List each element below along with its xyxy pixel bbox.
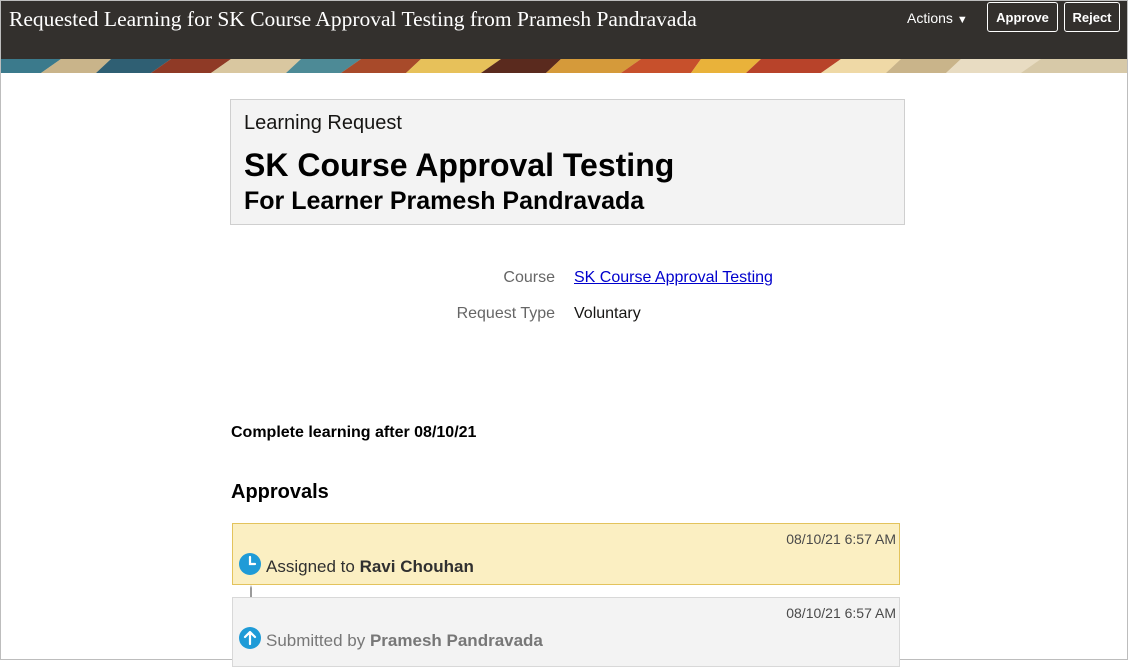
approval-person: Ravi Chouhan — [359, 557, 474, 576]
approvals-heading: Approvals — [231, 481, 329, 503]
request-type-value: Voluntary — [574, 305, 641, 322]
page-title: Requested Learning for SK Course Approva… — [9, 7, 697, 31]
clock-icon — [239, 553, 261, 575]
approval-text: Submitted by Pramesh Pandravada — [266, 631, 543, 651]
card-subtitle: Learning Request — [244, 112, 402, 134]
approval-person: Pramesh Pandravada — [369, 631, 543, 650]
header-bar: Requested Learning for SK Course Approva… — [1, 1, 1127, 59]
approval-item-assigned: 08/10/21 6:57 AM Assigned to Ravi Chouha… — [232, 523, 900, 585]
approve-button[interactable]: Approve — [987, 2, 1058, 32]
approval-action: Submitted by — [266, 631, 366, 650]
course-label: Course — [503, 269, 555, 286]
caret-down-icon: ▼ — [956, 14, 968, 26]
complete-note: Complete learning after 08/10/21 — [231, 424, 477, 441]
banner-pattern — [1, 59, 1127, 73]
request-summary-card: Learning Request SK Course Approval Test… — [230, 99, 905, 225]
approval-text: Assigned to Ravi Chouhan — [266, 557, 474, 577]
approval-timestamp: 08/10/21 6:57 AM — [786, 531, 896, 547]
course-link[interactable]: SK Course Approval Testing — [574, 269, 773, 286]
actions-label: Actions — [907, 10, 953, 26]
learner-line: For Learner Pramesh Pandravada — [244, 187, 645, 215]
course-title: SK Course Approval Testing — [244, 147, 675, 183]
arrow-up-icon — [239, 627, 261, 649]
actions-menu[interactable]: Actions ▼ — [907, 10, 968, 26]
approval-timestamp: 08/10/21 6:57 AM — [786, 605, 896, 621]
reject-button[interactable]: Reject — [1064, 2, 1120, 32]
approval-action: Assigned to — [266, 557, 355, 576]
request-type-label: Request Type — [456, 305, 555, 322]
approval-connector — [250, 585, 252, 597]
approval-item-submitted: 08/10/21 6:57 AM Submitted by Pramesh Pa… — [232, 597, 900, 667]
decorative-banner — [1, 59, 1127, 73]
